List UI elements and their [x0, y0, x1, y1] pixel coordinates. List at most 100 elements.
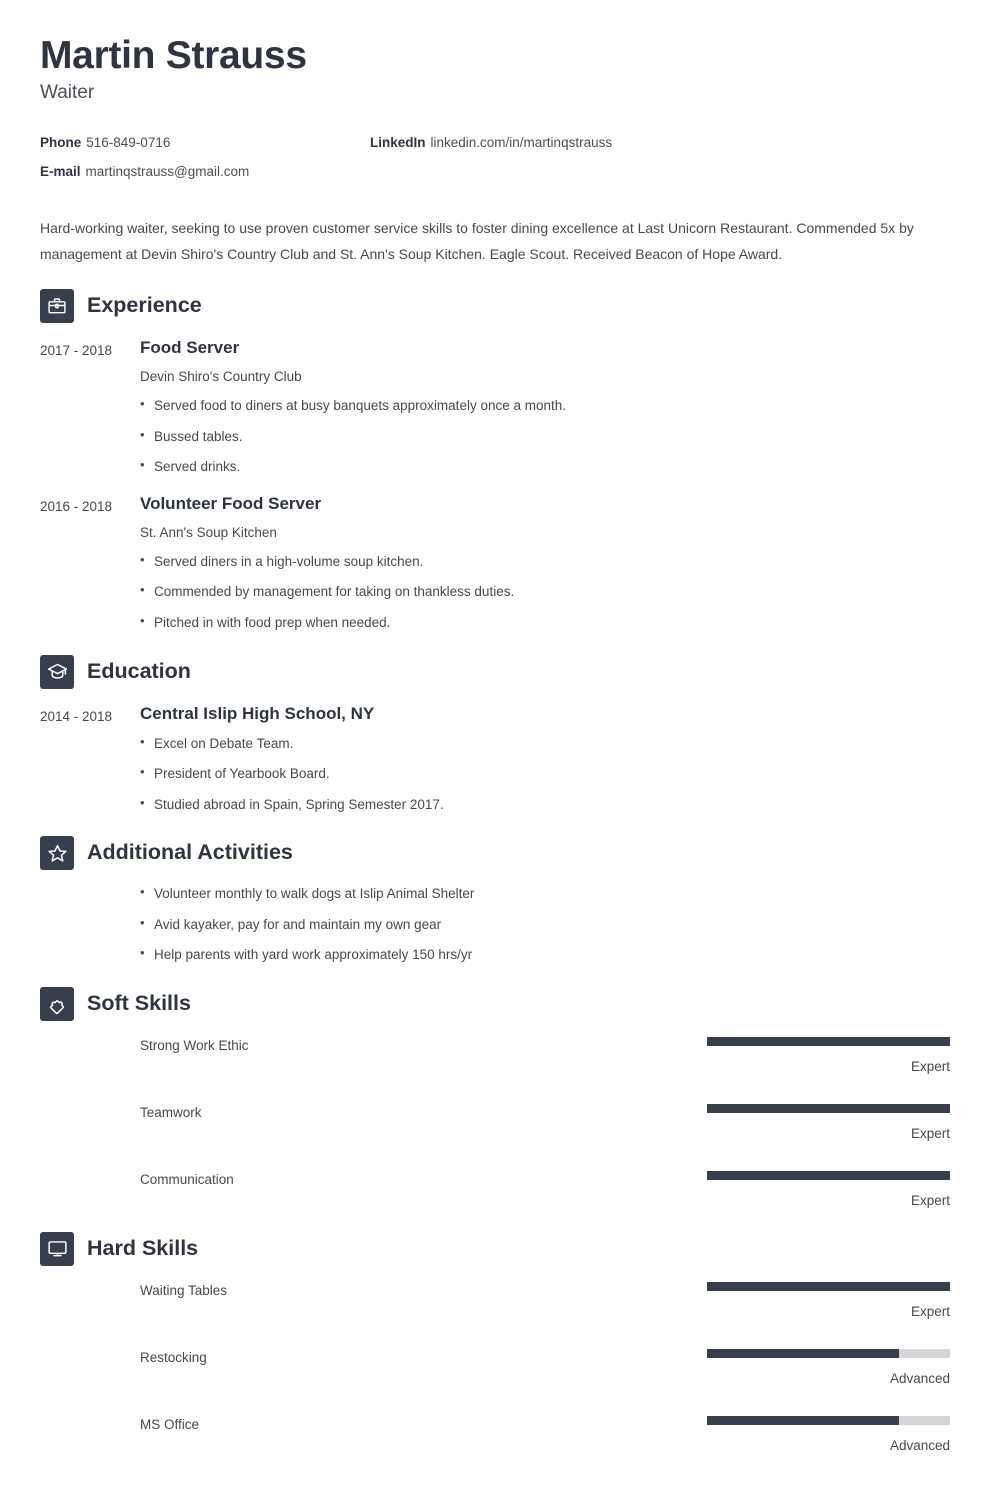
skill-row: Communication Expert — [140, 1171, 950, 1209]
bullet-item: President of Yearbook Board. — [140, 763, 950, 784]
experience-entry: 2017 - 2018 Food Server Devin Shiro's Co… — [40, 337, 950, 477]
bullet-item: Served diners in a high-volume soup kitc… — [140, 551, 950, 572]
skill-meter: Advanced — [707, 1348, 950, 1387]
entry-body: Food Server Devin Shiro's Country Club S… — [140, 337, 950, 477]
entry-body: Central Islip High School, NY Excel on D… — [140, 703, 950, 815]
section-title-experience: Experience — [87, 293, 202, 318]
entry-bullet-list: Served food to diners at busy banquets a… — [140, 395, 950, 477]
section-title-hard-skills: Hard Skills — [87, 1235, 199, 1260]
hard-skills-list: Waiting Tables Expert Restocking Advance… — [40, 1280, 950, 1455]
contact-row: Phone 516-849-0716 LinkedIn linkedin.com/i… — [40, 134, 950, 163]
skill-level-label: Expert — [910, 1059, 950, 1074]
contact-email-label: E-mail — [40, 164, 81, 180]
section-header-soft-skills: Soft Skills — [40, 987, 950, 1021]
skill-meter: Expert — [707, 1281, 950, 1320]
entry-dates: 2016 - 2018 — [40, 498, 113, 514]
skill-level-label: Expert — [910, 1303, 950, 1319]
section-header-hard-skills: Hard Skills — [40, 1231, 950, 1266]
skill-meter-fill — [707, 1281, 950, 1291]
contact-phone-value[interactable]: 516-849-0716 — [86, 135, 170, 150]
bullet-item: Served food to diners at busy banquets a… — [140, 395, 950, 416]
skill-name: Restocking — [140, 1349, 207, 1365]
professional-summary: Hard-working waiter, seeking to use prov… — [40, 220, 914, 262]
skill-meter-fill — [707, 1037, 950, 1046]
section-header-activities: Additional Activities — [40, 836, 950, 871]
candidate-name: Martin Strauss — [40, 34, 307, 77]
entry-job-title: Volunteer Food Server — [140, 493, 322, 513]
section-title-education: Education — [87, 658, 191, 683]
activities-body: Volunteer monthly to walk dogs at Islip … — [40, 883, 950, 965]
skill-row: Strong Work Ethic Expert — [140, 1037, 950, 1075]
section-education: Education 2014 - 2018 Central Islip High… — [40, 654, 950, 815]
skill-meter-track — [707, 1348, 950, 1358]
entry-organization: Devin Shiro's Country Club — [140, 369, 302, 385]
skill-meter-fill — [707, 1348, 899, 1358]
skill-name: Waiting Tables — [140, 1282, 228, 1298]
skill-row: Restocking Advanced — [140, 1348, 950, 1387]
contact-phone-label: Phone — [40, 135, 82, 151]
skill-meter-track — [707, 1281, 950, 1291]
soft-skills-list: Strong Work Ethic Expert Teamwork Expert — [40, 1035, 950, 1210]
skill-meter-fill — [707, 1415, 899, 1425]
skill-row: MS Office Advanced — [140, 1415, 950, 1454]
skill-row: Teamwork Expert — [140, 1104, 950, 1142]
section-header-education: Education — [40, 654, 950, 689]
puzzle-piece-icon — [40, 987, 74, 1021]
skill-meter: Expert — [707, 1104, 950, 1142]
resume-page: Martin Strauss Waiter Phone 516-849-0716 … — [0, 0, 990, 1490]
skill-name: Teamwork — [140, 1105, 202, 1121]
entry-dates: 2014 - 2018 — [40, 708, 113, 724]
skill-name: Strong Work Ethic — [140, 1038, 249, 1053]
skill-meter: Advanced — [707, 1415, 950, 1454]
bullet-item: Volunteer monthly to walk dogs at Islip … — [140, 883, 950, 904]
bullet-item: Pitched in with food prep when needed. — [140, 612, 950, 633]
section-header-experience: Experience — [40, 289, 950, 324]
contact-linkedin: LinkedIn linkedin.com/in/martinqstrauss — [370, 134, 950, 163]
briefcase-icon — [40, 289, 74, 324]
experience-entry: 2016 - 2018 Volunteer Food Server St. An… — [40, 493, 950, 633]
section-experience: Experience 2017 - 2018 Food Server Devin… — [40, 289, 950, 632]
contact-info: Phone 516-849-0716 LinkedIn linkedin.com/i… — [40, 134, 950, 192]
skill-level-label: Expert — [910, 1193, 950, 1209]
contact-email-value[interactable]: martinqstrauss@gmail.com — [86, 164, 250, 179]
skill-row: Waiting Tables Expert — [140, 1281, 950, 1320]
candidate-job-title: Waiter — [40, 81, 95, 103]
entry-job-title: Food Server — [140, 338, 240, 358]
contact-row: E-mail martinqstrauss@gmail.com — [40, 163, 950, 192]
skill-meter: Expert — [707, 1171, 950, 1209]
section-title-soft-skills: Soft Skills — [87, 991, 191, 1016]
resume-header: Martin Strauss Waiter Phone 516-849-0716 … — [40, 34, 950, 192]
skill-meter-fill — [707, 1171, 950, 1181]
skill-meter-track — [707, 1171, 950, 1181]
entry-school-name: Central Islip High School, NY — [140, 703, 375, 723]
bullet-item: Studied abroad in Spain, Spring Semester… — [140, 794, 950, 815]
bullet-item: Commended by management for taking on th… — [140, 581, 950, 602]
skill-name: Communication — [140, 1172, 234, 1188]
contact-linkedin-label: LinkedIn — [370, 135, 426, 151]
skill-meter-track — [707, 1037, 950, 1046]
contact-phone: Phone 516-849-0716 — [40, 134, 370, 163]
graduation-cap-icon — [40, 654, 74, 689]
section-title-activities: Additional Activities — [87, 840, 293, 865]
entry-dates: 2017 - 2018 — [40, 343, 113, 359]
skill-name: MS Office — [140, 1416, 200, 1432]
skill-level-label: Expert — [910, 1126, 950, 1142]
section-soft-skills: Soft Skills Strong Work Ethic Expert Tea… — [40, 987, 950, 1210]
skill-level-label: Advanced — [889, 1437, 950, 1453]
skill-meter: Expert — [707, 1037, 950, 1075]
skill-level-label: Advanced — [889, 1370, 950, 1386]
entry-body: Volunteer Food Server St. Ann's Soup Kit… — [140, 493, 950, 633]
activities-bullet-list: Volunteer monthly to walk dogs at Islip … — [140, 883, 950, 965]
entry-bullet-list: Excel on Debate Team. President of Yearb… — [140, 733, 950, 815]
bullet-item: Excel on Debate Team. — [140, 733, 950, 754]
education-entry: 2014 - 2018 Central Islip High School, N… — [40, 703, 950, 815]
bullet-item: Help parents with yard work approximatel… — [140, 944, 950, 965]
section-additional-activities: Additional Activities Volunteer monthly … — [40, 836, 950, 965]
contact-linkedin-value[interactable]: linkedin.com/in/martinqstrauss — [431, 135, 613, 150]
skill-meter-track — [707, 1104, 950, 1114]
bullet-item: Bussed tables. — [140, 426, 950, 447]
skill-meter-track — [707, 1415, 950, 1425]
bullet-item: Avid kayaker, pay for and maintain my ow… — [140, 914, 950, 935]
star-icon — [40, 836, 74, 871]
monitor-icon — [40, 1231, 74, 1266]
